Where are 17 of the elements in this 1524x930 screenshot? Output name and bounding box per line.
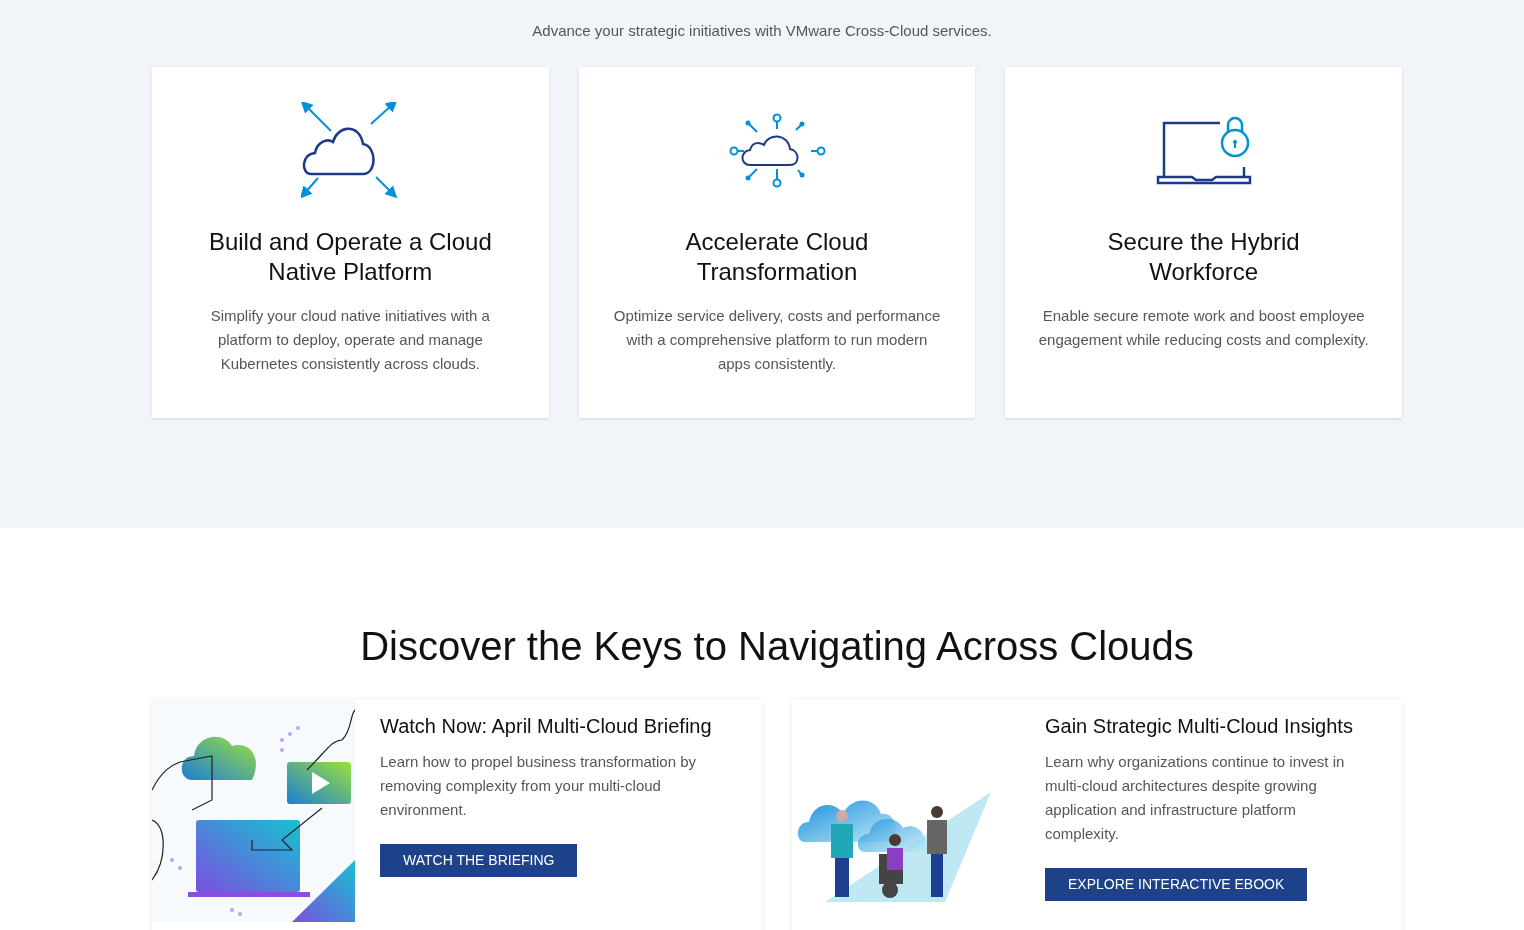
section-heading: Discover the Keys to Navigating Across Clouds bbox=[359, 623, 1195, 670]
intro-text: Advance your strategic initiatives with VMware Cross-Cloud services. bbox=[531, 21, 993, 41]
card-description: Optimize service delivery, costs and performance with a comprehensive platform to run modern apps consistently. bbox=[612, 305, 942, 374]
resource-title: Gain Strategic Multi-Cloud Insights bbox=[1045, 714, 1353, 738]
card-title: Build and Operate a Cloud Native Platform bbox=[207, 226, 493, 287]
resource-description: Learn how to propel business transformation by removing complexity from your multi-cloud environment. bbox=[380, 752, 697, 820]
cta-button[interactable]: EXPLORE INTERACTIVE EBOOK bbox=[1045, 868, 1308, 901]
cloud-network-icon bbox=[728, 112, 826, 189]
laptop-lock-icon bbox=[1155, 114, 1252, 187]
cloud-arrows-icon bbox=[301, 101, 400, 200]
resource-title: Watch Now: April Multi-Cloud Briefing bbox=[380, 714, 712, 738]
card-title: Accelerate Cloud Transformation bbox=[684, 226, 870, 287]
card-title: Secure the Hybrid Workforce bbox=[1106, 226, 1301, 287]
cta-button[interactable]: WATCH THE BRIEFING bbox=[380, 844, 578, 877]
card-description: Simplify your cloud native initiatives with a platform to deploy, operate and manage Kubernetes consistently across clouds. bbox=[209, 305, 491, 374]
resource-description: Learn why organizations continue to invest in multi-cloud architectures despite growing application and infrastructure platform complexity. bbox=[1045, 752, 1346, 844]
card-description: Enable secure remote work and boost employee engagement while reducing costs and complexity. bbox=[1038, 305, 1369, 350]
